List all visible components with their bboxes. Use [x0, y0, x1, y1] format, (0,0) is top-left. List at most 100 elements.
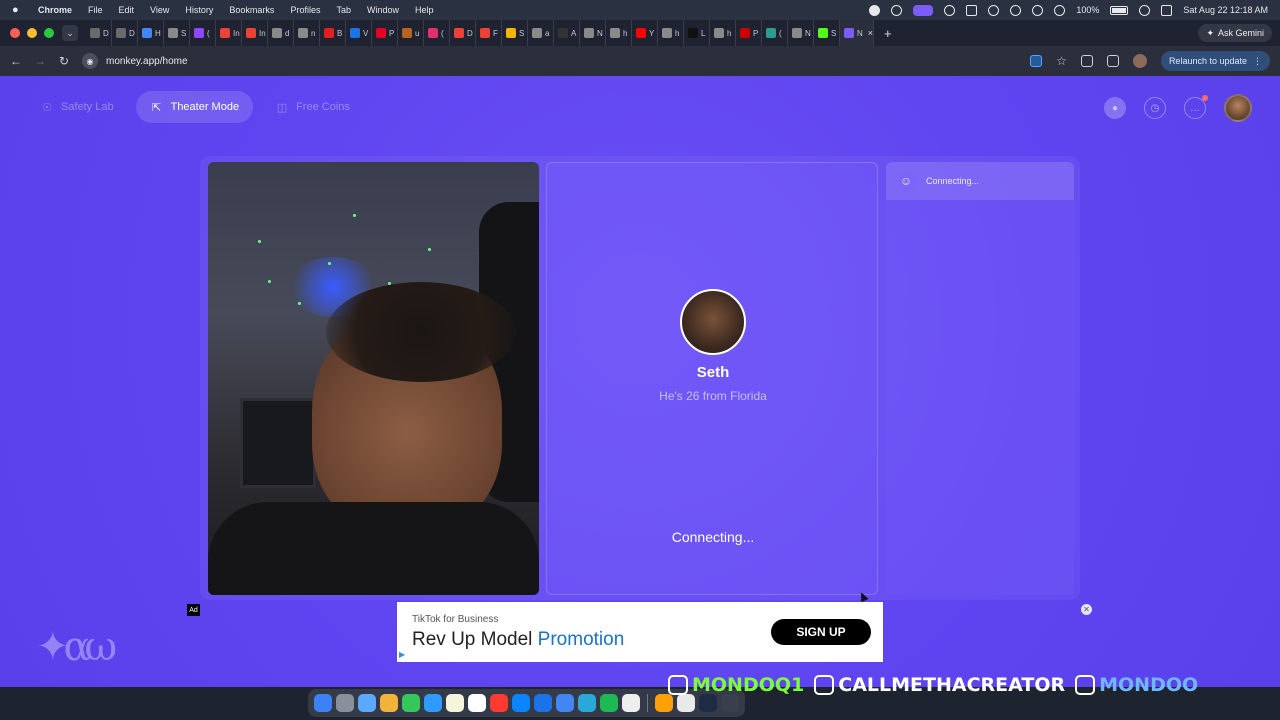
menu-bookmarks[interactable]: Bookmarks [229, 5, 274, 15]
user-status-icon[interactable] [1032, 4, 1044, 16]
browser-tab[interactable]: S [814, 20, 840, 46]
browser-tab[interactable]: ( [762, 20, 788, 46]
menu-profiles[interactable]: Profiles [290, 5, 320, 15]
play-icon[interactable] [988, 4, 1000, 16]
ad-banner[interactable]: TikTok for Business Rev Up Model Promoti… [397, 602, 883, 662]
menu-help[interactable]: Help [415, 5, 434, 15]
ad-close-icon[interactable]: ✕ [1081, 604, 1092, 615]
browser-tab[interactable]: In [216, 20, 242, 46]
close-window-button[interactable] [10, 28, 20, 38]
notes-icon[interactable] [446, 694, 464, 712]
apple-menu-icon[interactable]: ● [12, 4, 24, 16]
calendar-icon[interactable] [468, 694, 486, 712]
browser-tab[interactable]: d [268, 20, 294, 46]
tab-search-chevron-icon[interactable]: ⌄ [62, 25, 78, 41]
browser-tab[interactable]: D [112, 20, 138, 46]
new-tab-plus-icon[interactable]: + [884, 26, 892, 41]
user-avatar[interactable] [1224, 94, 1252, 122]
zoom-window-button[interactable] [44, 28, 54, 38]
chrome-icon[interactable] [556, 694, 574, 712]
ask-gemini-button[interactable]: ✦ Ask Gemini [1198, 24, 1272, 42]
browser-tab[interactable]: S [164, 20, 190, 46]
relaunch-to-update-button[interactable]: Relaunch to update ⋮ [1160, 51, 1270, 71]
menu-window[interactable]: Window [367, 5, 399, 15]
reminders-icon[interactable] [490, 694, 508, 712]
theater-mode-button[interactable]: ⇱ Theater Mode [135, 91, 254, 123]
mail-icon[interactable] [424, 694, 442, 712]
launchpad-icon[interactable] [336, 694, 354, 712]
coin-icon[interactable]: ● [1104, 97, 1126, 119]
browser-tab[interactable]: u [398, 20, 424, 46]
browser-tab[interactable]: h [710, 20, 736, 46]
browser-tab[interactable]: H [138, 20, 164, 46]
browser-tab[interactable]: F [476, 20, 502, 46]
app-status-icon[interactable] [966, 4, 978, 16]
browser-tab[interactable]: P [372, 20, 398, 46]
adchoices-icon[interactable]: ▶ [399, 650, 405, 659]
browser-tab[interactable]: In [242, 20, 268, 46]
control-center-icon[interactable] [1161, 4, 1173, 16]
menu-tab[interactable]: Tab [336, 5, 351, 15]
screen-record-icon[interactable] [913, 4, 934, 16]
url-text[interactable]: monkey.app/home [106, 56, 188, 67]
reading-list-icon[interactable] [1106, 55, 1119, 67]
app-store-icon[interactable] [512, 694, 530, 712]
messages-icon[interactable] [402, 694, 420, 712]
browser-tab[interactable]: V [346, 20, 372, 46]
forward-arrow-icon[interactable]: → [28, 54, 52, 68]
browser-tab[interactable]: A [554, 20, 580, 46]
spotify-icon[interactable] [600, 694, 618, 712]
xcode-icon[interactable] [534, 694, 552, 712]
chat-bubble-icon[interactable]: … [1184, 95, 1208, 119]
battery-icon[interactable] [1110, 5, 1129, 15]
browser-tab[interactable]: N [788, 20, 814, 46]
telegram-icon[interactable] [578, 694, 596, 712]
back-arrow-icon[interactable]: ← [4, 54, 28, 68]
menu-clock[interactable]: Sat Aug 22 12:18 AM [1183, 5, 1268, 15]
menu-edit[interactable]: Edit [119, 5, 135, 15]
browser-tab[interactable]: N [580, 20, 606, 46]
chat-list-item[interactable]: ☺ Connecting... [886, 162, 1074, 200]
creative-cloud-icon[interactable] [944, 4, 956, 16]
browser-tab[interactable]: D [86, 20, 112, 46]
photos-icon[interactable] [380, 694, 398, 712]
browser-tab[interactable]: D [450, 20, 476, 46]
ad-signup-button[interactable]: SIGN UP [771, 619, 871, 645]
wifi-icon[interactable] [1054, 4, 1066, 16]
browser-tab[interactable]: h [606, 20, 632, 46]
close-tab-icon[interactable]: × [868, 28, 873, 38]
browser-tab[interactable]: ( [190, 20, 216, 46]
browser-tab[interactable]: N × [840, 20, 874, 46]
menu-history[interactable]: History [185, 5, 213, 15]
browser-tab[interactable]: L [684, 20, 710, 46]
history-clock-icon[interactable]: ◷ [1144, 97, 1166, 119]
cast-icon[interactable] [1030, 55, 1043, 67]
browser-tab[interactable]: B [320, 20, 346, 46]
menu-app-name[interactable]: Chrome [38, 5, 72, 15]
menu-file[interactable]: File [88, 5, 103, 15]
spotlight-search-icon[interactable] [1139, 4, 1151, 16]
status-circle-icon[interactable] [891, 4, 903, 16]
browser-tab[interactable]: h [658, 20, 684, 46]
address-bar[interactable]: ◉ monkey.app/home [82, 50, 1082, 72]
reload-icon[interactable]: ↻ [52, 54, 76, 68]
browser-tab[interactable]: P [736, 20, 762, 46]
finder-icon[interactable] [314, 694, 332, 712]
extensions-icon[interactable] [1080, 55, 1093, 67]
browser-tab[interactable]: a [528, 20, 554, 46]
browser-tab[interactable]: n [294, 20, 320, 46]
browser-tab[interactable]: ( [424, 20, 450, 46]
site-info-icon[interactable]: ◉ [82, 53, 98, 69]
gemini-sparkle-icon[interactable] [869, 4, 881, 16]
moon-icon[interactable] [1010, 4, 1022, 16]
menu-view[interactable]: View [150, 5, 169, 15]
app-icon[interactable] [622, 694, 640, 712]
profile-avatar[interactable] [1132, 54, 1147, 68]
minimize-window-button[interactable] [27, 28, 37, 38]
safety-lab-button[interactable]: ☉ Safety Lab [26, 91, 128, 123]
browser-tab[interactable]: S [502, 20, 528, 46]
bookmark-star-icon[interactable]: ☆ [1056, 54, 1067, 68]
safari-icon[interactable] [358, 694, 376, 712]
browser-tab[interactable]: Y [632, 20, 658, 46]
free-coins-button[interactable]: ◫ Free Coins [261, 91, 364, 123]
